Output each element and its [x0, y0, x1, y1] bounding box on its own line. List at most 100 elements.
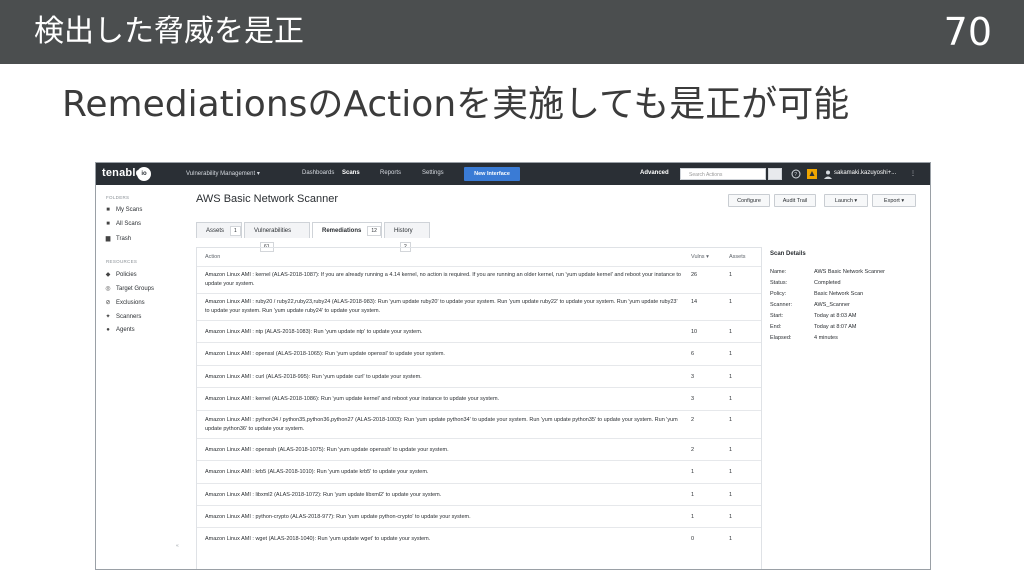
detail-label-policy: Policy: — [770, 291, 787, 297]
sidebar-item-scanners[interactable]: ✦ Scanners — [104, 313, 141, 320]
detail-value-policy: Basic Network Scan — [814, 291, 864, 297]
slide-title: 検出した脅威を是正 — [34, 14, 304, 49]
tab-remediations[interactable]: Remediations 12 — [312, 222, 382, 238]
row-vulns: 10 — [691, 329, 698, 335]
sidebar-item-label: Trash — [116, 236, 132, 242]
table-row[interactable]: Amazon Linux AMI : python-crypto (ALAS-2… — [197, 505, 761, 528]
row-assets: 1 — [729, 536, 733, 542]
row-assets: 1 — [729, 469, 733, 475]
table-row[interactable]: Amazon Linux AMI : krb5 (ALAS-2018-1010)… — [197, 460, 761, 484]
folder-icon: ■ — [106, 207, 110, 213]
table-row[interactable]: Amazon Linux AMI : libxml2 (ALAS-2018-10… — [197, 483, 761, 506]
row-vulns: 1 — [691, 514, 695, 520]
row-vulns: 1 — [691, 469, 695, 475]
page-title: AWS Basic Network Scanner — [196, 193, 339, 205]
tenable-logo[interactable]: tenable — [102, 167, 142, 179]
help-icon[interactable]: ? — [790, 168, 802, 180]
nav-vulnerability-management[interactable]: Vulnerability Management ▾ — [186, 170, 260, 177]
search-actions-input[interactable]: Search Actions — [680, 168, 766, 180]
table-row[interactable]: Amazon Linux AMI : wget (ALAS-2018-1040)… — [197, 527, 761, 551]
folder-icon: ■ — [106, 221, 110, 227]
nav-scans[interactable]: Scans — [342, 170, 360, 176]
row-vulns: 2 — [691, 417, 695, 423]
nav-settings[interactable]: Settings — [422, 170, 444, 176]
table-row[interactable]: Amazon Linux AMI : ruby20 / ruby22,ruby2… — [197, 293, 761, 321]
table-row[interactable]: Amazon Linux AMI : openssh (ALAS-2018-10… — [197, 438, 761, 461]
nav-dashboards[interactable]: Dashboards — [302, 170, 334, 176]
detail-label-scanner: Scanner: — [770, 302, 793, 308]
tab-assets[interactable]: Assets 1 — [196, 222, 242, 238]
table-row[interactable]: Amazon Linux AMI : ntp (ALAS-2018-1083):… — [197, 320, 761, 343]
detail-value-elapsed: 4 minutes — [814, 335, 838, 341]
row-action: Amazon Linux AMI : libxml2 (ALAS-2018-10… — [205, 492, 442, 498]
row-action: Amazon Linux AMI : ruby20 / ruby22,ruby2… — [205, 299, 678, 314]
row-action: Amazon Linux AMI : kernel (ALAS-2018-108… — [205, 272, 681, 287]
detail-value-status: Completed — [814, 280, 841, 286]
column-header-vulns[interactable]: Vulns ▾ — [691, 254, 709, 260]
row-vulns: 0 — [691, 536, 695, 542]
row-action: Amazon Linux AMI : curl (ALAS-2018-995):… — [205, 374, 422, 380]
table-row[interactable]: Amazon Linux AMI : curl (ALAS-2018-995):… — [197, 365, 761, 388]
svg-text:?: ? — [794, 172, 797, 178]
table-row[interactable]: Amazon Linux AMI : kernel (ALAS-2018-108… — [197, 387, 761, 411]
search-icon[interactable] — [768, 168, 782, 180]
row-assets: 1 — [729, 351, 733, 357]
user-avatar-icon[interactable] — [822, 168, 834, 180]
audit-trail-button[interactable]: Audit Trail — [774, 194, 816, 207]
remediations-table: Action Vulns ▾ Assets Amazon Linux AMI :… — [196, 247, 762, 569]
new-interface-button[interactable]: New Interface — [464, 167, 520, 181]
row-action: Amazon Linux AMI : openssl (ALAS-2018-10… — [205, 351, 445, 357]
folders-heading: FOLDERS — [106, 195, 130, 200]
row-action: Amazon Linux AMI : openssh (ALAS-2018-10… — [205, 447, 449, 453]
detail-label-elapsed: Elapsed: — [770, 335, 792, 341]
detail-value-end: Today at 8:07 AM — [814, 324, 857, 330]
tab-count: 12 — [367, 226, 381, 236]
sidebar-item-policies[interactable]: ◆ Policies — [104, 271, 137, 278]
nav-reports[interactable]: Reports — [380, 170, 401, 176]
sidebar-item-my-scans[interactable]: ■ My Scans — [104, 207, 142, 213]
sidebar-item-label: Target Groups — [116, 286, 155, 292]
configure-button[interactable]: Configure — [728, 194, 770, 207]
column-header-action[interactable]: Action — [205, 254, 220, 260]
table-row[interactable]: Amazon Linux AMI : python34 / python35,p… — [197, 410, 761, 439]
collapse-sidebar-icon[interactable]: « — [176, 543, 179, 549]
slide-number: 70 — [943, 10, 992, 54]
slide-header: 検出した脅威を是正 70 — [0, 0, 1024, 64]
detail-value-start: Today at 8:03 AM — [814, 313, 857, 319]
detail-label-start: Start: — [770, 313, 784, 319]
agent-icon: ● — [106, 327, 110, 333]
target-icon: ◎ — [105, 286, 111, 292]
tab-vulnerabilities[interactable]: Vulnerabilities61 — [244, 222, 310, 252]
row-assets: 1 — [729, 514, 733, 520]
sidebar-item-target-groups[interactable]: ◎ Target Groups — [104, 285, 154, 292]
sidebar-item-trash[interactable]: ▆ Trash — [104, 235, 131, 242]
detail-label-end: End: — [770, 324, 782, 330]
table-row[interactable]: Amazon Linux AMI : openssl (ALAS-2018-10… — [197, 342, 761, 366]
tenable-screenshot: tenable io Vulnerability Management ▾ Da… — [95, 162, 931, 570]
notification-bell-icon[interactable] — [806, 168, 818, 180]
detail-label-status: Status: — [770, 280, 788, 286]
advanced-link[interactable]: Advanced — [640, 170, 669, 176]
tab-history[interactable]: History2 — [384, 222, 430, 252]
row-assets: 1 — [729, 447, 733, 453]
sidebar-item-label: My Scans — [116, 207, 143, 213]
table-row[interactable]: Amazon Linux AMI : kernel (ALAS-2018-108… — [197, 266, 761, 294]
sidebar-item-all-scans[interactable]: ■ All Scans — [104, 221, 141, 227]
row-vulns: 2 — [691, 447, 695, 453]
row-vulns: 14 — [691, 299, 698, 305]
tab-label: Assets — [206, 228, 225, 234]
sidebar-item-label: Policies — [116, 272, 137, 278]
launch-button[interactable]: Launch ▾ — [824, 194, 868, 207]
row-assets: 1 — [729, 396, 733, 402]
sidebar-item-exclusions[interactable]: ⊘ Exclusions — [104, 299, 144, 306]
more-options-icon[interactable]: ⋮ — [910, 170, 916, 177]
tab-label: Vulnerabilities — [254, 228, 292, 234]
row-vulns: 3 — [691, 396, 695, 402]
sidebar-item-label: All Scans — [116, 221, 142, 227]
sidebar-item-agents[interactable]: ● Agents — [104, 327, 135, 333]
row-vulns: 3 — [691, 374, 695, 380]
user-menu[interactable]: sakamaki.kazuyoshi+... — [834, 170, 896, 176]
shield-icon: ◆ — [105, 272, 111, 278]
export-button[interactable]: Export ▾ — [872, 194, 916, 207]
column-header-assets[interactable]: Assets — [729, 254, 746, 260]
